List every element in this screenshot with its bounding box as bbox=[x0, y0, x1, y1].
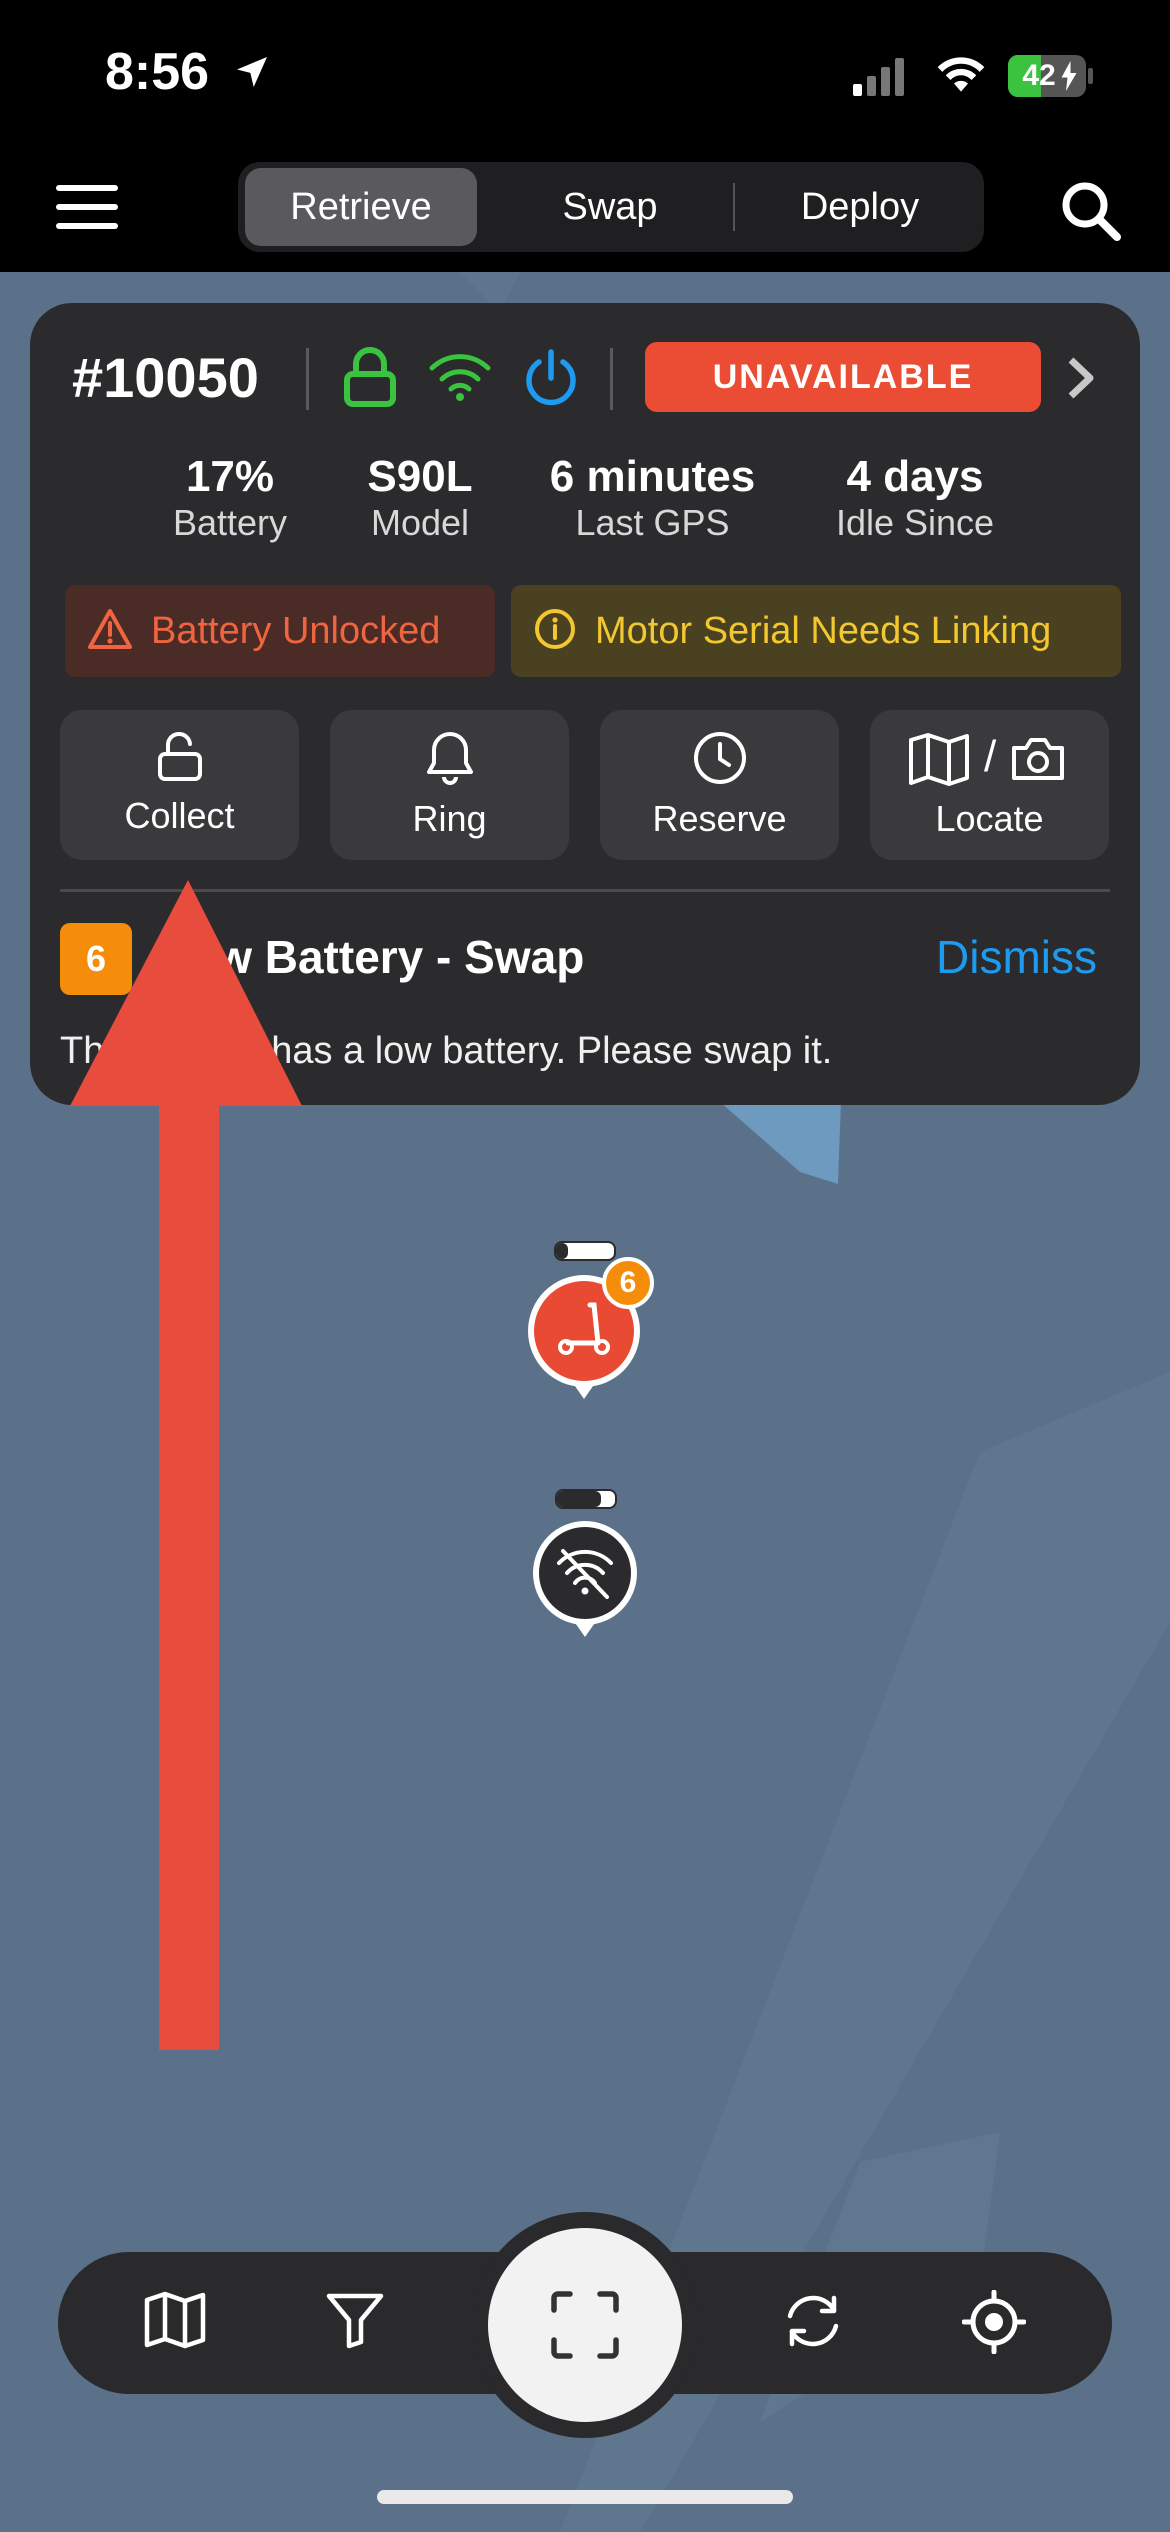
dismiss-button[interactable]: Dismiss bbox=[936, 930, 1097, 984]
stat-label: Idle Since bbox=[835, 502, 995, 543]
status-time: 8:56 bbox=[105, 43, 210, 101]
stat-value: 4 days bbox=[846, 452, 984, 501]
stat-model: S90L Model bbox=[340, 452, 500, 544]
warning-triangle-icon bbox=[87, 608, 133, 655]
warning-text: Motor Serial Needs Linking bbox=[595, 609, 1052, 652]
stat-label: Last GPS bbox=[575, 502, 730, 543]
stat-last-gps: 6 minutes Last GPS bbox=[520, 452, 785, 544]
locate-crosshair-icon[interactable] bbox=[962, 2290, 1026, 2354]
stat-battery: 17% Battery bbox=[150, 452, 310, 544]
bell-icon bbox=[425, 730, 475, 791]
collect-button[interactable]: Collect bbox=[60, 710, 299, 860]
warning-battery-unlocked: Battery Unlocked bbox=[65, 585, 495, 677]
locate-button[interactable]: / Locate bbox=[870, 710, 1109, 860]
scooter-marker[interactable]: 6 bbox=[520, 1235, 670, 1399]
vehicle-id: #10050 bbox=[72, 346, 259, 409]
marker-count-badge: 6 bbox=[602, 1257, 654, 1309]
stat-idle-since: 4 days Idle Since bbox=[800, 452, 1030, 544]
warning-motor-serial: Motor Serial Needs Linking bbox=[511, 585, 1121, 677]
wifi-icon bbox=[428, 352, 492, 402]
stat-label: Battery bbox=[172, 502, 288, 543]
tab-swap[interactable]: Swap bbox=[495, 168, 725, 246]
status-divider bbox=[610, 348, 613, 410]
battery-status: 42 bbox=[1008, 55, 1086, 97]
chevron-right-icon[interactable] bbox=[1066, 356, 1096, 400]
power-icon bbox=[522, 348, 580, 408]
tab-retrieve[interactable]: Retrieve bbox=[245, 168, 477, 246]
reserve-label: Reserve bbox=[652, 798, 787, 839]
cellular-signal-icon bbox=[853, 56, 913, 96]
info-circle-icon bbox=[533, 607, 577, 656]
collect-label: Collect bbox=[124, 795, 235, 836]
scan-button[interactable] bbox=[488, 2228, 682, 2422]
warning-text: Battery Unlocked bbox=[151, 609, 441, 652]
charging-bolt-icon bbox=[1060, 61, 1078, 96]
tab-deploy[interactable]: Deploy bbox=[745, 168, 975, 246]
status-badge: UNAVAILABLE bbox=[645, 342, 1041, 412]
stat-value: S90L bbox=[367, 452, 473, 501]
search-icon[interactable] bbox=[1060, 180, 1122, 242]
map-icon bbox=[908, 732, 970, 791]
camera-icon bbox=[1010, 734, 1066, 787]
segment-divider bbox=[733, 183, 735, 231]
id-divider bbox=[306, 348, 309, 410]
refresh-icon[interactable] bbox=[782, 2292, 844, 2350]
map-icon[interactable] bbox=[143, 2290, 207, 2350]
annotation-arrow bbox=[70, 880, 302, 2050]
stat-value: 17% bbox=[185, 452, 275, 501]
ring-label: Ring bbox=[412, 798, 487, 839]
stat-label: Model bbox=[370, 502, 470, 543]
lock-icon bbox=[342, 346, 398, 408]
wifi-status-icon bbox=[933, 52, 989, 94]
offline-vehicle-marker[interactable] bbox=[525, 1485, 655, 1645]
stat-value: 6 minutes bbox=[549, 452, 756, 501]
battery-cap bbox=[1088, 68, 1093, 84]
reserve-button[interactable]: Reserve bbox=[600, 710, 839, 860]
ring-button[interactable]: Ring bbox=[330, 710, 569, 860]
locate-label: Locate bbox=[935, 798, 1044, 839]
location-arrow-icon bbox=[232, 52, 272, 92]
locate-separator: / bbox=[984, 732, 997, 781]
hamburger-icon[interactable] bbox=[56, 185, 118, 229]
filter-icon[interactable] bbox=[325, 2292, 385, 2350]
scan-icon bbox=[550, 2290, 620, 2365]
home-indicator bbox=[377, 2490, 793, 2504]
clock-icon bbox=[692, 730, 748, 791]
unlock-icon bbox=[156, 731, 204, 787]
